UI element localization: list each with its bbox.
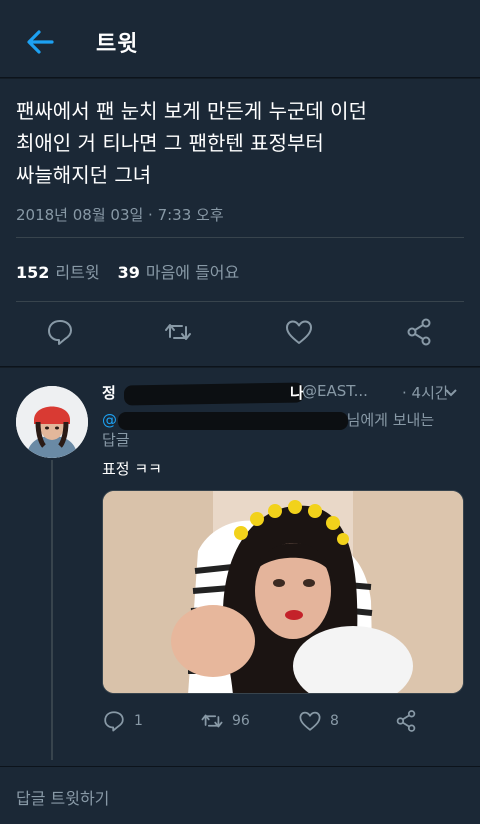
- reply-header: 정 나 @EAST... · 4시간: [102, 382, 464, 406]
- reply-icon: [104, 711, 124, 732]
- reply-input[interactable]: 답글 트윗하기: [16, 785, 109, 809]
- tweet-stats: 152 리트윗 39 마음에 들어요: [16, 259, 239, 283]
- reply-count: 1: [134, 713, 143, 729]
- reply-compose-bar[interactable]: 답글 트윗하기: [0, 766, 480, 824]
- top-bar: 트윗: [0, 0, 480, 78]
- reply-tweet[interactable]: 정 나 @EAST... · 4시간 @ 님에게 보내는 답글 표정 ㅋㅋ 1 …: [0, 368, 480, 766]
- retweet-icon: [201, 714, 223, 728]
- page-title: 트윗: [96, 32, 139, 57]
- reply-actions: 1 96 8: [102, 708, 462, 734]
- avatar-image: [16, 386, 88, 458]
- arrow-left-icon[interactable]: [24, 26, 56, 58]
- display-name[interactable]: 정: [102, 384, 116, 402]
- reply-icon[interactable]: [45, 317, 75, 347]
- tweet-text-line: 팬싸에서 팬 눈치 보게 만든게 누군데 이던: [16, 99, 367, 123]
- likes-count[interactable]: 39: [118, 263, 140, 282]
- reply-age: · 4시간: [402, 384, 449, 402]
- reply-button[interactable]: 1: [102, 708, 143, 734]
- heart-icon[interactable]: [284, 317, 314, 347]
- retweets-count[interactable]: 152: [16, 263, 49, 282]
- tweet-text-line: 싸늘해지던 그녀: [16, 163, 152, 187]
- retweet-button[interactable]: 96: [200, 708, 250, 734]
- like-button[interactable]: 8: [298, 708, 339, 734]
- media-image[interactable]: [102, 490, 464, 694]
- replying-to-line2: 답글: [102, 431, 130, 449]
- tweet-actions: [0, 317, 480, 353]
- share-button[interactable]: [394, 708, 418, 734]
- photo-illustration: [103, 491, 463, 693]
- heart-icon: [299, 711, 321, 731]
- like-count: 8: [330, 713, 339, 729]
- tweet-text-line: 최애인 거 티나면 그 팬한텐 표정부터: [16, 131, 324, 155]
- redaction-mark: [123, 382, 305, 406]
- reply-text: 표정 ㅋㅋ: [102, 460, 162, 478]
- main-tweet: 팬싸에서 팬 눈치 보게 만든게 누군데 이던 최애인 거 티나면 그 팬한텐 …: [0, 79, 480, 367]
- share-icon[interactable]: [404, 317, 434, 347]
- divider: [16, 237, 464, 238]
- chevron-down-icon[interactable]: [444, 386, 458, 400]
- divider: [16, 301, 464, 302]
- retweet-icon[interactable]: [163, 317, 193, 347]
- retweet-count: 96: [232, 713, 250, 729]
- replying-to-suffix: 님에게 보내는: [346, 411, 435, 429]
- replying-to-handle[interactable]: @: [102, 411, 117, 429]
- share-icon: [396, 710, 416, 732]
- user-handle[interactable]: @EAST...: [302, 382, 368, 400]
- retweets-label[interactable]: 리트윗: [55, 259, 99, 283]
- redaction-mark: [118, 412, 348, 430]
- tweet-timestamp: 2018년 08월 03일 · 7:33 오후: [16, 206, 224, 224]
- tweet-text: 팬싸에서 팬 눈치 보게 만든게 누군데 이던 최애인 거 티나면 그 팬한텐 …: [16, 95, 468, 191]
- avatar[interactable]: [16, 386, 88, 458]
- likes-label[interactable]: 마음에 들어요: [146, 259, 239, 283]
- thread-line: [51, 460, 53, 760]
